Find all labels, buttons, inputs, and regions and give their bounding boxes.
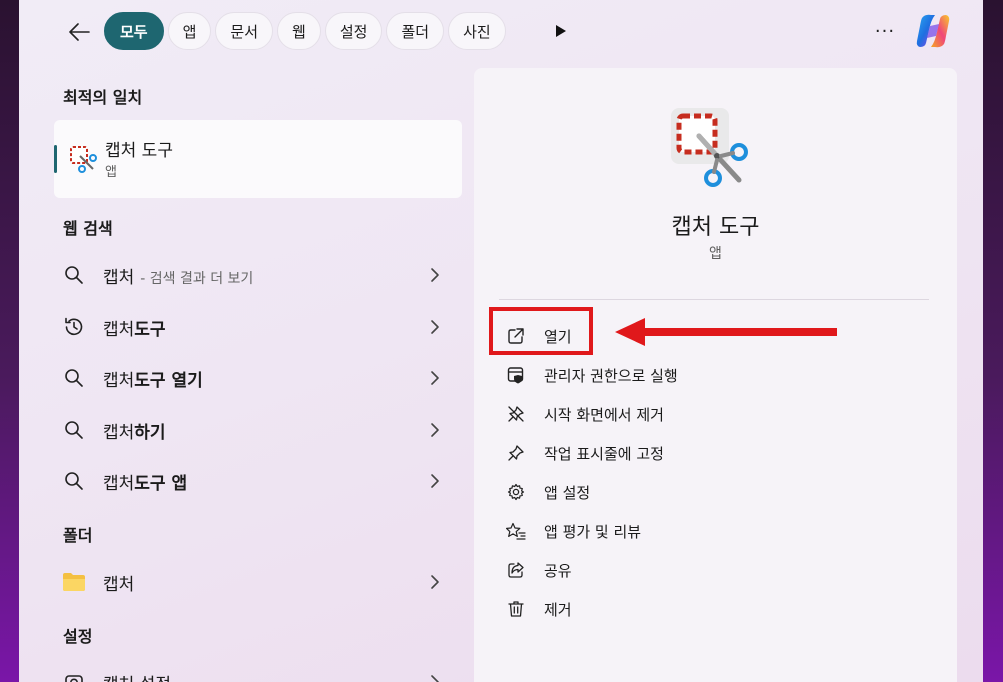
settings-heading: 설정 (63, 627, 93, 646)
uninstall-action[interactable]: 제거 (504, 594, 572, 624)
best-match-card[interactable]: 캡처 도구 앱 (54, 120, 462, 198)
highlight-box (489, 307, 593, 355)
search-icon (61, 468, 87, 494)
rate-review-action[interactable]: 앱 평가 및 리뷰 (504, 516, 641, 546)
copilot-button[interactable] (913, 12, 953, 50)
snipping-tool-icon (70, 146, 97, 173)
history-icon (61, 314, 87, 340)
snipping-tool-icon (671, 108, 748, 187)
app-detail-pane: 캡처 도구 앱 열기 관리자 권한으로 실행 시작 화면에서 제거 작업 표시줄… (474, 68, 957, 682)
action-label: 관리자 권한으로 실행 (544, 366, 678, 385)
web-search-item[interactable]: 캡처 - 검색 결과 더 보기 (63, 255, 443, 295)
web-search-item[interactable]: 캡처도구 열기 (63, 358, 443, 398)
chevron-right-icon (431, 575, 439, 589)
options-button[interactable]: ··· (871, 18, 899, 44)
web-search-text: 캡처하기 (103, 422, 166, 443)
share-action[interactable]: 공유 (504, 555, 572, 585)
web-search-text: 캡처도구 열기 (103, 370, 203, 391)
best-match-name: 캡처 도구 (105, 141, 173, 161)
chevron-right-icon (431, 371, 439, 385)
trash-icon (504, 597, 528, 621)
selection-indicator (54, 145, 57, 173)
start-search-panel: 모두 앱 문서 웹 설정 폴더 사진 ··· 최적의 일치 캡처 도구 앱 웹 … (19, 0, 983, 682)
shield-admin-icon (504, 363, 528, 387)
more-filters-button[interactable] (552, 22, 570, 40)
chevron-right-icon (431, 320, 439, 334)
web-search-text: 캡처도구 (103, 319, 166, 340)
tab-settings[interactable]: 설정 (324, 12, 383, 50)
unpin-from-start-action[interactable]: 시작 화면에서 제거 (504, 399, 664, 429)
run-as-admin-action[interactable]: 관리자 권한으로 실행 (504, 360, 678, 390)
chevron-right-icon (431, 675, 439, 682)
annotation-arrow (615, 318, 837, 346)
best-match-type: 앱 (105, 165, 117, 180)
action-label: 앱 평가 및 리뷰 (544, 522, 642, 541)
web-search-item[interactable]: 캡처도구 앱 (63, 461, 443, 501)
folder-item[interactable]: 캡처 (63, 562, 443, 602)
pin-icon (504, 441, 528, 465)
web-search-item[interactable]: 캡처하기 (63, 410, 443, 450)
detail-app-type: 앱 (709, 246, 722, 262)
back-button[interactable] (63, 16, 95, 48)
web-search-text: 캡처 - 검색 결과 더 보기 (103, 267, 254, 288)
play-arrow-icon (556, 25, 566, 37)
pin-to-taskbar-action[interactable]: 작업 표시줄에 고정 (504, 438, 664, 468)
action-label: 앱 설정 (544, 483, 591, 502)
web-search-text: 캡처도구 앱 (103, 473, 188, 494)
divider (499, 299, 929, 300)
tab-all[interactable]: 모두 (104, 12, 164, 50)
camera-icon (61, 669, 87, 682)
unpin-icon (504, 402, 528, 426)
desktop-edge-right (983, 0, 1003, 682)
filter-bar: 모두 앱 문서 웹 설정 폴더 사진 ··· (19, 12, 983, 50)
star-review-icon (504, 519, 528, 543)
web-search-heading: 웹 검색 (63, 219, 113, 238)
search-icon (61, 262, 87, 288)
tab-folders[interactable]: 폴더 (386, 12, 445, 50)
detail-app-name: 캡처 도구 (671, 215, 760, 240)
folders-heading: 폴더 (63, 526, 93, 545)
chevron-right-icon (431, 423, 439, 437)
search-icon (61, 365, 87, 391)
web-search-item[interactable]: 캡처도구 (63, 307, 443, 347)
share-icon (504, 558, 528, 582)
tab-apps[interactable]: 앱 (167, 12, 212, 50)
tab-documents[interactable]: 문서 (215, 12, 274, 50)
app-settings-action[interactable]: 앱 설정 (504, 477, 590, 507)
search-icon (61, 417, 87, 443)
chevron-right-icon (431, 268, 439, 282)
settings-item[interactable]: 캡처 설정 (63, 662, 443, 682)
action-label: 제거 (544, 600, 572, 619)
folder-icon (61, 569, 87, 595)
filter-tabs: 모두 앱 문서 웹 설정 폴더 사진 (104, 12, 506, 50)
tab-photos[interactable]: 사진 (448, 12, 506, 50)
arrow-left-icon (69, 23, 90, 41)
chevron-right-icon (431, 474, 439, 488)
best-match-heading: 최적의 일치 (63, 88, 143, 107)
tab-web[interactable]: 웹 (277, 12, 321, 50)
action-label: 시작 화면에서 제거 (544, 405, 664, 424)
copilot-icon (916, 14, 950, 48)
folder-label: 캡처 (103, 574, 135, 595)
gear-icon (504, 480, 528, 504)
settings-label: 캡처 설정 (103, 670, 171, 682)
action-label: 공유 (544, 561, 572, 580)
desktop-edge-left (0, 0, 19, 682)
action-label: 작업 표시줄에 고정 (544, 444, 664, 463)
